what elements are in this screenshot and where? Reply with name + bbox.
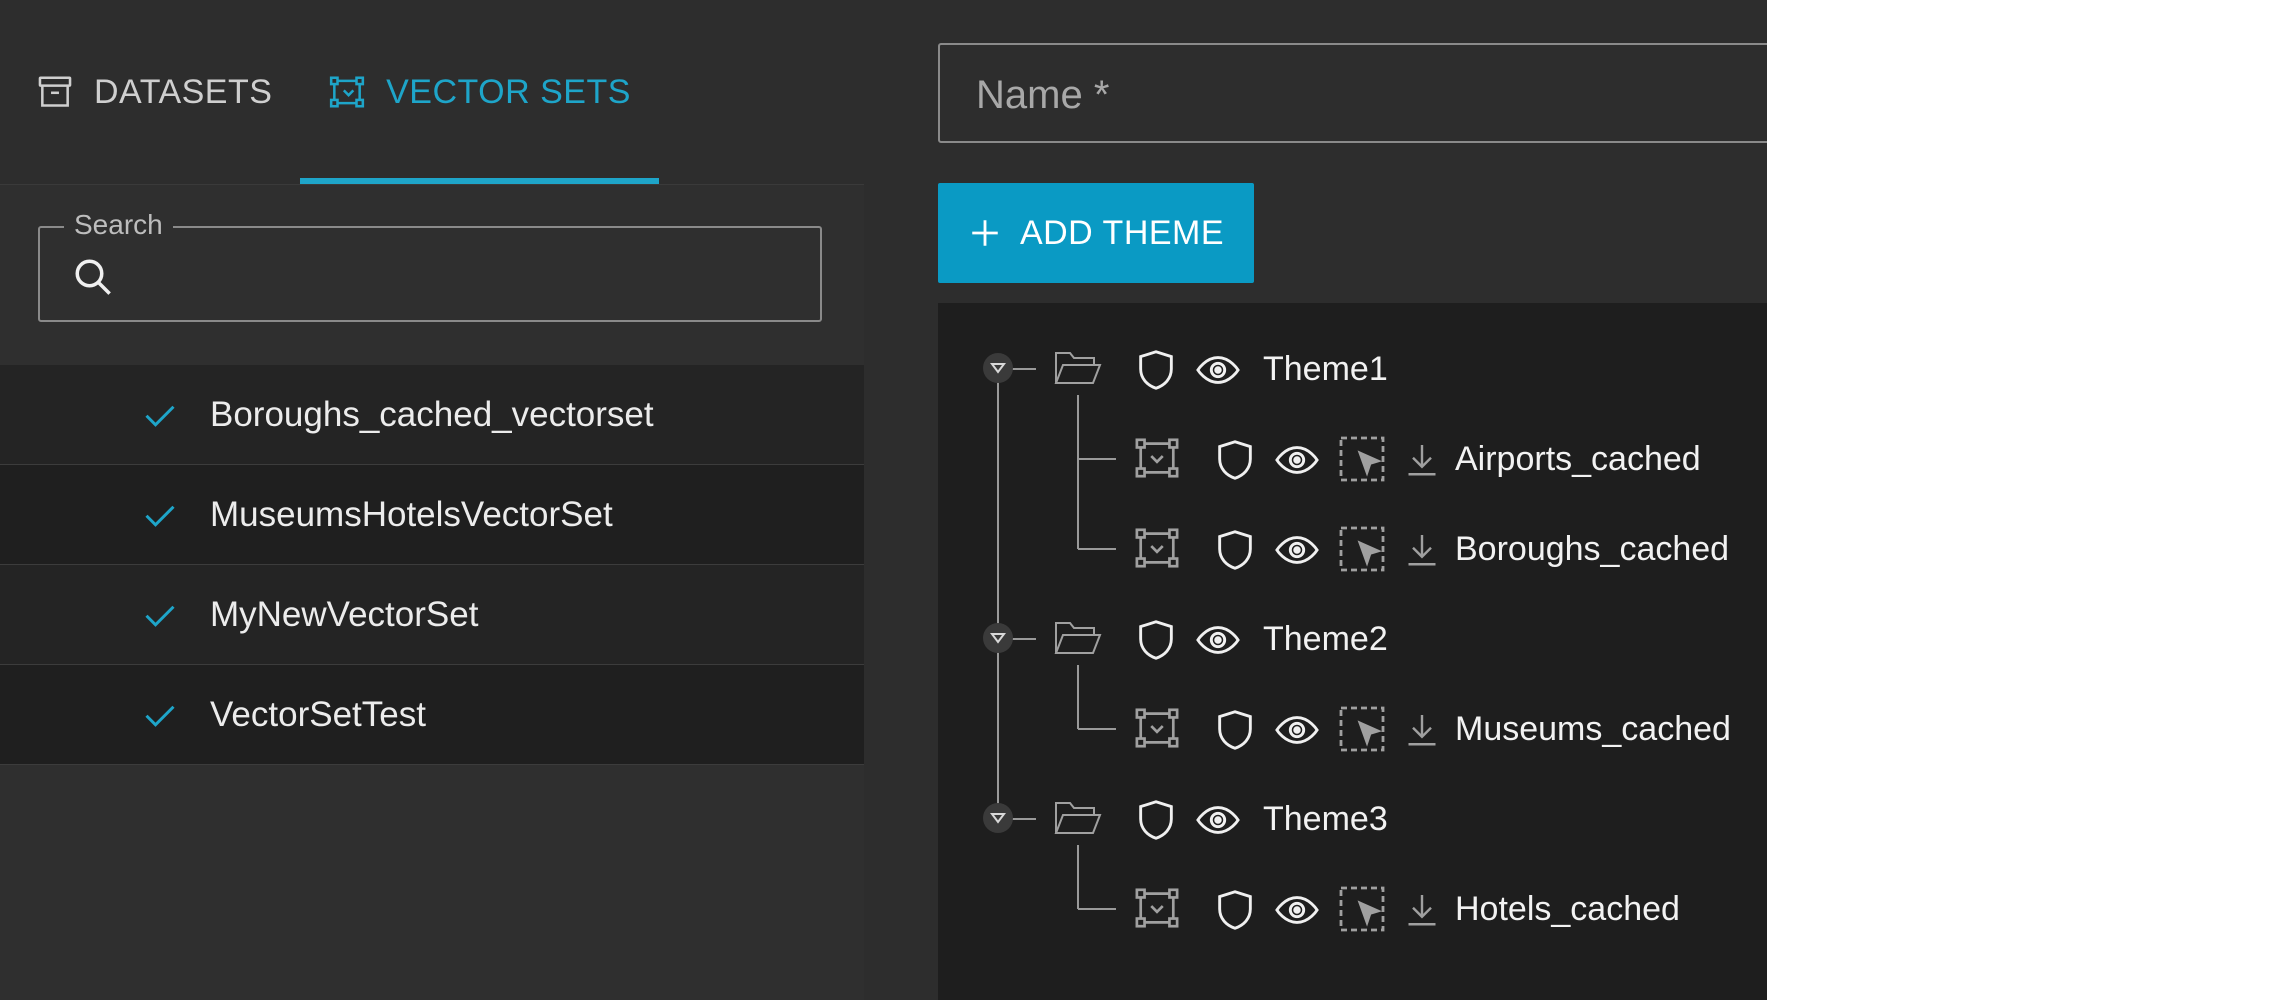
theme-label: Theme3: [1263, 799, 1388, 838]
eye-icon[interactable]: [1195, 797, 1241, 843]
collapse-theme2-caret[interactable]: [983, 623, 1013, 653]
download-icon[interactable]: [1404, 531, 1440, 569]
download-icon[interactable]: [1404, 711, 1440, 749]
vector-sets-panel: Search Boroughs_cached_vectorset Museums…: [0, 184, 864, 1000]
theme-tree: Theme1 Airports_cached Boroughs_cached T…: [938, 303, 1767, 1000]
check-icon: [145, 405, 175, 427]
folder-open-icon: [1054, 802, 1102, 834]
collapse-theme1-caret[interactable]: [983, 353, 1013, 383]
layer-label: Hotels_cached: [1455, 889, 1680, 928]
list-item[interactable]: MyNewVectorSet: [0, 565, 864, 665]
list-item[interactable]: Boroughs_cached_vectorset: [0, 365, 864, 465]
shield-icon[interactable]: [1212, 437, 1258, 483]
check-icon: [145, 505, 175, 527]
list-item-label: MyNewVectorSet: [210, 594, 479, 634]
triangle-down-icon: [990, 363, 1006, 374]
add-theme-label: ADD THEME: [1019, 213, 1225, 252]
select-cursor-icon[interactable]: [1338, 885, 1386, 933]
add-theme-button[interactable]: ADD THEME: [938, 183, 1254, 283]
vector-layer-icon: [1135, 438, 1179, 478]
list-item-label: VectorSetTest: [210, 694, 426, 734]
tree-theme-node[interactable]: Theme3: [1263, 791, 1388, 847]
plus-icon: [972, 220, 998, 246]
tree-theme-node[interactable]: Theme2: [1263, 611, 1388, 667]
search-legend: Search: [64, 209, 173, 241]
shield-icon[interactable]: [1212, 887, 1258, 933]
check-icon: [145, 705, 175, 727]
eye-icon[interactable]: [1195, 347, 1241, 393]
list-item-label: MuseumsHotelsVectorSet: [210, 494, 613, 534]
shield-icon[interactable]: [1212, 527, 1258, 573]
shield-icon[interactable]: [1133, 347, 1179, 393]
download-icon[interactable]: [1404, 891, 1440, 929]
vector-layer-icon: [1135, 528, 1179, 568]
shield-icon[interactable]: [1212, 707, 1258, 753]
search-input[interactable]: [130, 246, 804, 308]
tab-bar: DATASETS VECTOR SETS: [0, 0, 864, 184]
tab-vector-sets[interactable]: VECTOR SETS: [300, 0, 659, 184]
tree-layer-node[interactable]: Hotels_cached: [1455, 881, 1680, 937]
theme-label: Theme1: [1263, 349, 1388, 388]
eye-icon[interactable]: [1274, 437, 1320, 483]
tree-theme-node[interactable]: Theme1: [1263, 341, 1388, 397]
tree-layer-node[interactable]: Airports_cached: [1455, 431, 1701, 487]
tab-datasets[interactable]: DATASETS: [36, 0, 296, 184]
download-icon[interactable]: [1404, 441, 1440, 479]
tab-vector-sets-label: VECTOR SETS: [386, 72, 631, 111]
vector-set-list: Boroughs_cached_vectorset MuseumsHotelsV…: [0, 365, 864, 765]
select-cursor-icon[interactable]: [1338, 435, 1386, 483]
vector-set-icon: [329, 76, 365, 108]
search-box: Search: [38, 209, 822, 322]
name-field: [938, 43, 1767, 143]
eye-icon[interactable]: [1274, 887, 1320, 933]
tree-layer-node[interactable]: Boroughs_cached: [1455, 521, 1729, 577]
search-icon: [75, 259, 111, 295]
folder-open-icon: [1054, 352, 1102, 384]
list-item[interactable]: MuseumsHotelsVectorSet: [0, 465, 864, 565]
layer-label: Airports_cached: [1455, 439, 1701, 478]
theme-label: Theme2: [1263, 619, 1388, 658]
list-item-label: Boroughs_cached_vectorset: [210, 394, 654, 434]
collapse-theme3-caret[interactable]: [983, 803, 1013, 833]
check-icon: [145, 605, 175, 627]
eye-icon[interactable]: [1274, 527, 1320, 573]
name-input[interactable]: [974, 61, 1758, 129]
select-cursor-icon[interactable]: [1338, 525, 1386, 573]
tab-datasets-label: DATASETS: [94, 72, 273, 111]
shield-icon[interactable]: [1133, 617, 1179, 663]
vector-layer-icon: [1135, 888, 1179, 928]
eye-icon[interactable]: [1195, 617, 1241, 663]
layer-label: Museums_cached: [1455, 709, 1731, 748]
app-window: DATASETS VECTOR SETS Search Boroughs_cac…: [0, 0, 1767, 1000]
select-cursor-icon[interactable]: [1338, 705, 1386, 753]
triangle-down-icon: [990, 813, 1006, 824]
list-item[interactable]: VectorSetTest: [0, 665, 864, 765]
folder-open-icon: [1054, 622, 1102, 654]
triangle-down-icon: [990, 633, 1006, 644]
eye-icon[interactable]: [1274, 707, 1320, 753]
shield-icon[interactable]: [1133, 797, 1179, 843]
tree-layer-node[interactable]: Museums_cached: [1455, 701, 1731, 757]
layer-label: Boroughs_cached: [1455, 529, 1730, 568]
archive-icon: [38, 76, 72, 107]
vector-layer-icon: [1135, 708, 1179, 748]
